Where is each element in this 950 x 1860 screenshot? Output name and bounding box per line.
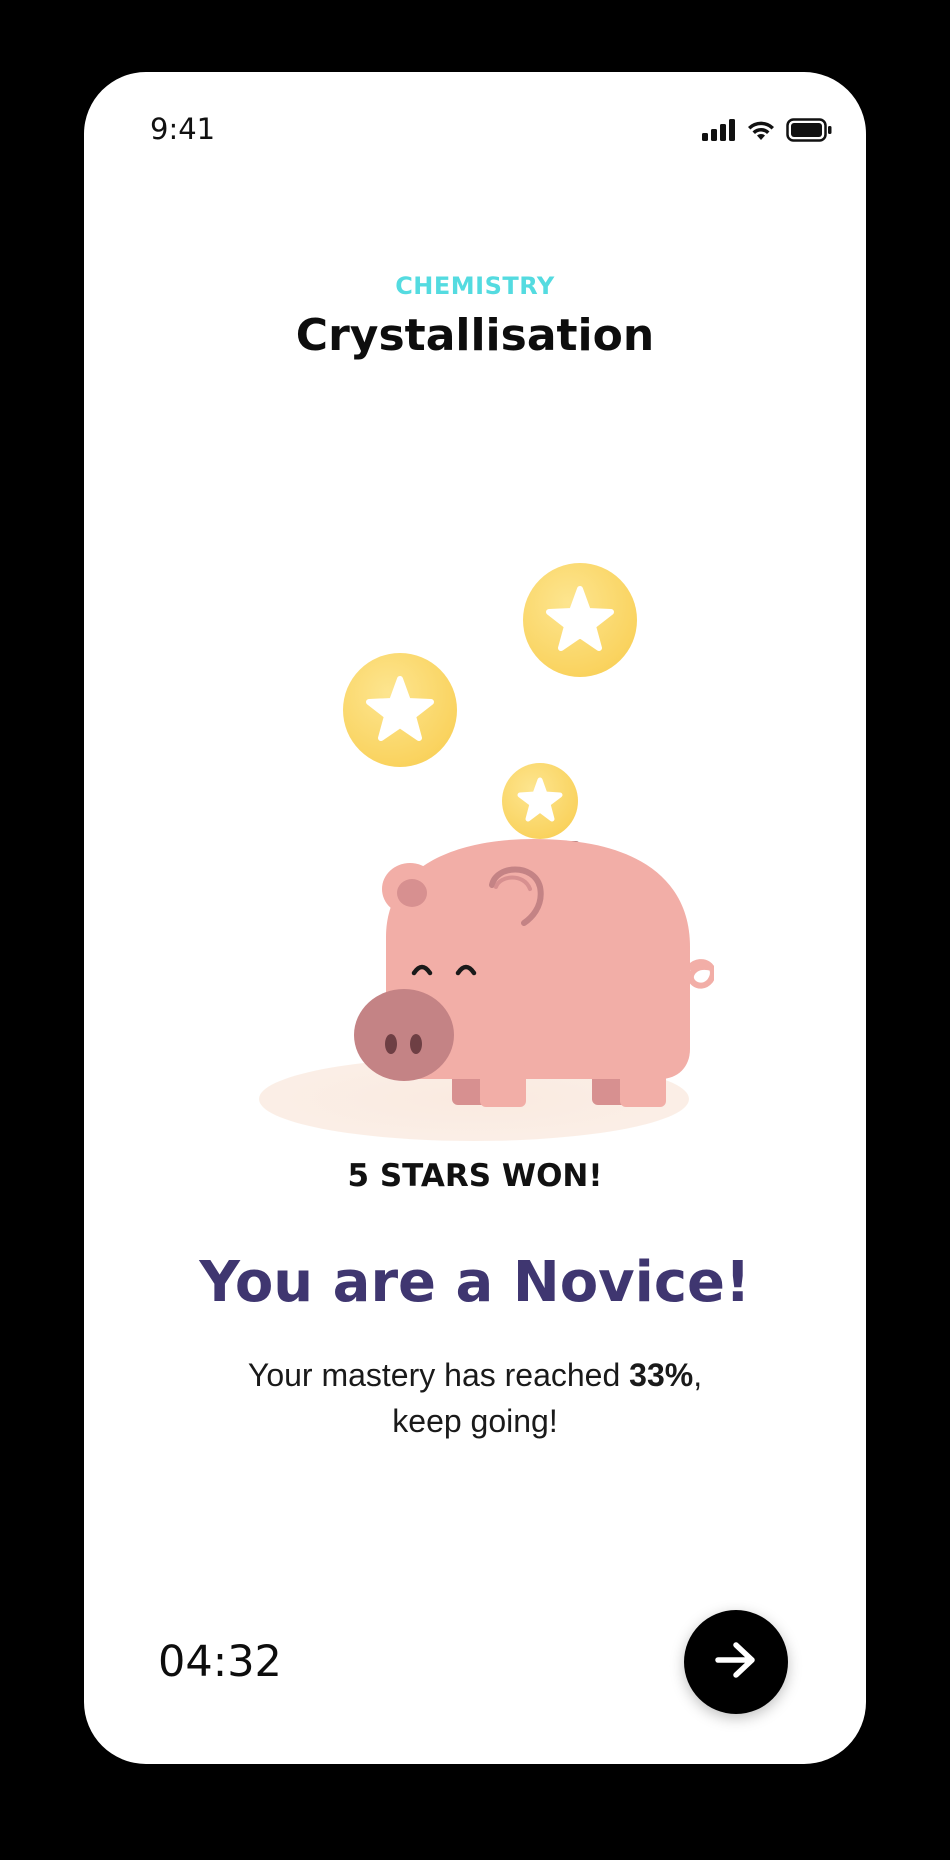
rank-headline: You are a Novice! bbox=[199, 1250, 751, 1315]
next-button[interactable] bbox=[684, 1610, 788, 1714]
mastery-message-line1: Your mastery has reached 33%, bbox=[84, 1352, 866, 1398]
lesson-subject: CHEMISTRY bbox=[395, 272, 555, 300]
mastery-message-prefix: Your mastery has reached bbox=[247, 1357, 630, 1393]
wifi-icon bbox=[746, 119, 776, 141]
mastery-message: Your mastery has reached 33%, keep going… bbox=[84, 1352, 866, 1444]
star-coin-left bbox=[343, 653, 457, 767]
device-frame: 9:41 CHEMISTRY Crystallisation 5 STARS W… bbox=[0, 0, 950, 1860]
piggy-bank-illustration bbox=[234, 467, 742, 1167]
battery-icon bbox=[786, 118, 832, 142]
mastery-message-suffix: , bbox=[693, 1357, 703, 1393]
star-coin-top bbox=[523, 563, 637, 677]
status-time: 9:41 bbox=[150, 112, 216, 146]
star-coin-slot bbox=[502, 763, 578, 839]
status-icons bbox=[702, 116, 832, 144]
lesson-title: Crystallisation bbox=[295, 310, 655, 361]
cellular-signal-icon bbox=[702, 119, 736, 141]
phone-screen: 9:41 CHEMISTRY Crystallisation 5 STARS W… bbox=[84, 72, 866, 1764]
elapsed-timer: 04:32 bbox=[158, 1637, 282, 1687]
mastery-percent: 33% bbox=[629, 1357, 694, 1393]
arrow-right-icon bbox=[714, 1640, 758, 1685]
mastery-message-line2: keep going! bbox=[392, 1403, 558, 1439]
stars-won-label: 5 STARS WON! bbox=[347, 1158, 603, 1194]
